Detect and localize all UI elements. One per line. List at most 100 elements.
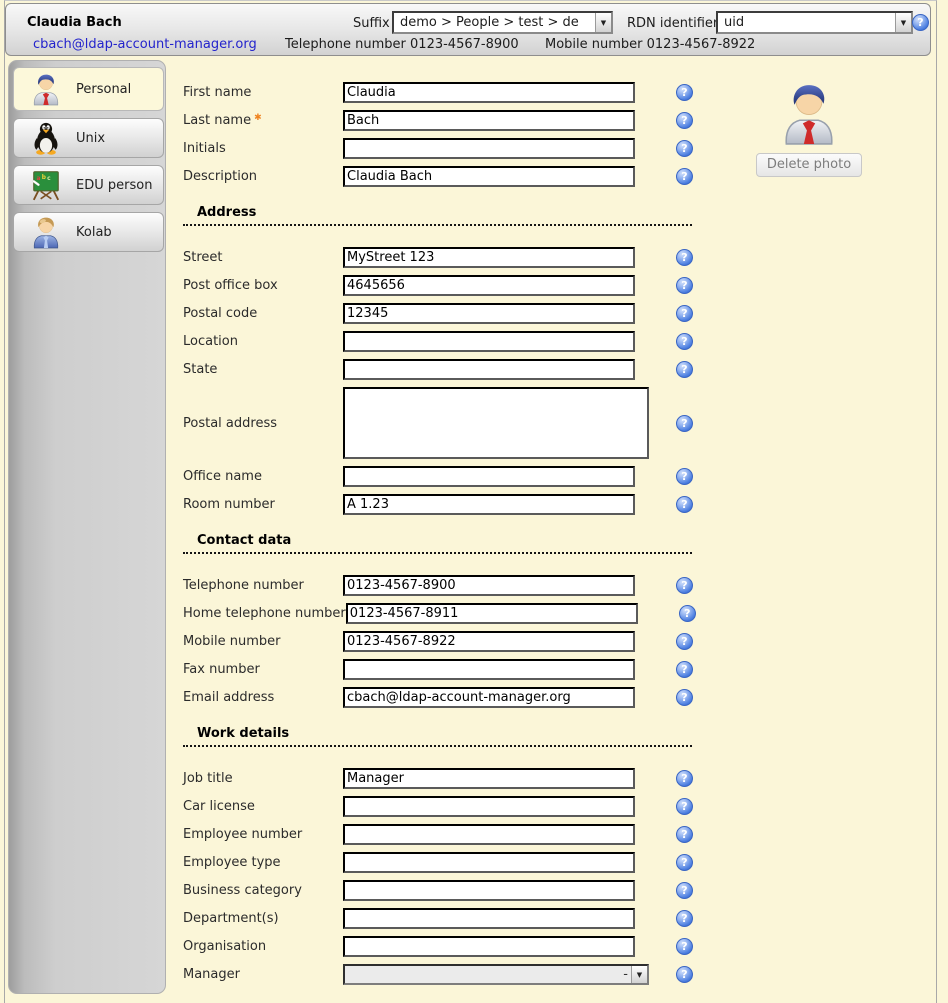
field-control [343,166,649,187]
field-label: Employee number [183,827,343,842]
field-label-text: Location [183,334,238,349]
field-label: Fax number [183,662,343,677]
field-label-text: Room number [183,497,275,512]
chevron-down-icon[interactable]: ▼ [895,13,911,32]
text-input[interactable] [343,303,635,324]
text-input[interactable] [343,908,635,929]
help-icon[interactable]: ? [676,84,693,101]
text-input[interactable] [343,687,635,708]
help-icon[interactable]: ? [676,277,693,294]
text-input[interactable] [343,936,635,957]
field-label-text: Job title [183,771,233,786]
text-input[interactable] [346,603,638,624]
help-icon[interactable]: ? [676,577,693,594]
field-label: Description [183,169,343,184]
field-control [343,110,649,131]
photo-area: Delete photo [751,80,867,177]
personal-tab-content: First name ? Last name✱ ? Initials ? Des… [166,58,936,1003]
text-input[interactable] [343,768,635,789]
delete-photo-button[interactable]: Delete photo [756,153,862,177]
text-input[interactable] [343,82,635,103]
help-icon[interactable]: ? [676,305,693,322]
svg-text:a: a [36,176,40,182]
help-icon[interactable]: ? [676,333,693,350]
tab-label: EDU person [76,178,152,193]
text-input[interactable] [343,659,635,680]
field-label: Postal code [183,306,343,321]
help-icon[interactable]: ? [676,910,693,927]
help-icon[interactable]: ? [676,938,693,955]
rdn-identifier-label: RDN identifier [627,16,718,31]
tab-personal[interactable]: Personal [13,67,164,111]
help-icon[interactable]: ? [676,361,693,378]
field-label-text: Employee number [183,827,302,842]
field-label: Car license [183,799,343,814]
text-input[interactable] [343,575,635,596]
help-icon[interactable]: ? [676,689,693,706]
text-input[interactable] [343,138,635,159]
field-control [343,247,649,268]
tab-edu-person[interactable]: a b c EDU person [13,165,164,205]
field-control [343,936,649,957]
text-input[interactable] [343,824,635,845]
help-icon[interactable]: ? [676,168,693,185]
help-icon[interactable]: ? [676,770,693,787]
help-icon[interactable]: ? [676,826,693,843]
field-label: Employee type [183,855,343,870]
help-icon[interactable]: ? [676,966,693,983]
help-icon[interactable]: ? [676,415,693,432]
help-icon[interactable]: ? [912,14,929,31]
email-link[interactable]: cbach@ldap-account-manager.org [33,37,257,52]
text-input[interactable] [343,880,635,901]
field-label: Mobile number [183,634,343,649]
field-control [343,796,649,817]
form-field-row: Postal address ? [183,387,717,459]
help-icon[interactable]: ? [676,661,693,678]
field-control [343,659,649,680]
text-input[interactable] [343,796,635,817]
help-icon[interactable]: ? [676,140,693,157]
tab-kolab[interactable]: Kolab [13,212,164,252]
field-label: Business category [183,883,343,898]
section-rows: Telephone number ? Home telephone number… [183,575,717,708]
manager-select-value: - [345,967,631,982]
field-control [343,359,649,380]
field-label-text: Fax number [183,662,260,677]
chevron-down-icon[interactable]: ▼ [631,966,647,983]
form-field-row: Employee number ? [183,824,717,845]
field-control [343,466,649,487]
help-icon[interactable]: ? [676,468,693,485]
rdn-identifier-select[interactable]: uid ▼ [716,11,913,34]
help-icon[interactable]: ? [676,882,693,899]
text-input[interactable] [343,631,635,652]
text-input[interactable] [343,852,635,873]
tab-unix[interactable]: Unix [13,118,164,158]
text-input[interactable] [343,494,635,515]
field-label: Post office box [183,278,343,293]
help-icon[interactable]: ? [676,798,693,815]
kolab-person-icon [30,215,62,249]
text-input[interactable] [343,359,635,380]
manager-select[interactable]: - ▼ [343,964,649,985]
help-icon[interactable]: ? [676,249,693,266]
text-input[interactable] [343,275,635,296]
help-icon[interactable]: ? [676,112,693,129]
text-input[interactable] [343,331,635,352]
text-input[interactable] [343,110,635,131]
text-input[interactable] [343,466,635,487]
chevron-down-icon[interactable]: ▼ [595,13,611,32]
help-icon[interactable]: ? [676,496,693,513]
field-label: Organisation [183,939,343,954]
suffix-select[interactable]: demo > People > test > de ▼ [392,11,613,34]
header-bar: Claudia Bach Suffix demo > People > test… [5,3,931,56]
help-icon[interactable]: ? [676,633,693,650]
text-input[interactable] [343,166,635,187]
suffix-select-value: demo > People > test > de [394,15,595,30]
field-label: Home telephone number [183,606,346,621]
form-section: Contact data Telephone number ? Home tel… [183,533,717,708]
help-icon[interactable]: ? [679,605,696,622]
postal-address-textarea[interactable] [343,387,649,459]
help-icon[interactable]: ? [676,854,693,871]
text-input[interactable] [343,247,635,268]
form-field-row: Email address ? [183,687,717,708]
